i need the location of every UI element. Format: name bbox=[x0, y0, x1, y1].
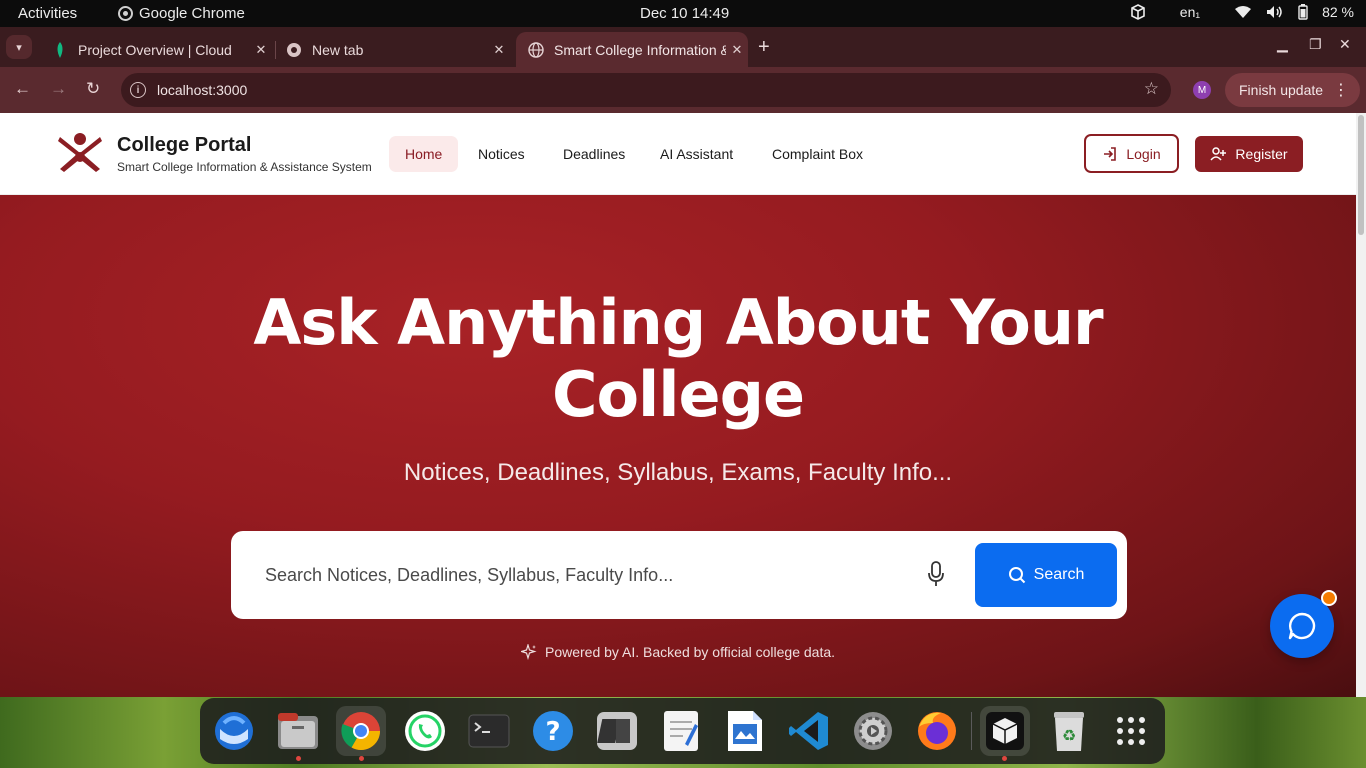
college-logo-icon bbox=[58, 133, 102, 172]
package-icon[interactable] bbox=[1130, 4, 1146, 20]
nav-deadlines[interactable]: Deadlines bbox=[547, 136, 641, 172]
trash-icon[interactable]: ♻ bbox=[1044, 706, 1094, 756]
powered-by-text: Powered by AI. Backed by official colleg… bbox=[544, 644, 836, 660]
leaf-icon bbox=[52, 41, 68, 58]
search-icon bbox=[1008, 567, 1025, 584]
finish-update-button[interactable]: Finish update ⋮ bbox=[1225, 73, 1360, 107]
writer-icon[interactable] bbox=[720, 706, 770, 756]
page-viewport: College Portal Smart College Information… bbox=[0, 113, 1366, 697]
text-editor-icon[interactable] bbox=[656, 706, 706, 756]
app-grid-icon[interactable] bbox=[1106, 706, 1156, 756]
keyboard-layout[interactable]: en₁ bbox=[1180, 4, 1200, 20]
nav-home[interactable]: Home bbox=[389, 136, 459, 172]
search-button-label: Search bbox=[1033, 566, 1085, 583]
activities-button[interactable]: Activities bbox=[18, 5, 77, 22]
running-indicator bbox=[1002, 756, 1007, 761]
sparkle-icon bbox=[520, 644, 537, 660]
thunderbird-icon[interactable] bbox=[209, 706, 259, 756]
close-icon[interactable]: ✕ bbox=[488, 42, 510, 58]
close-icon[interactable]: ✕ bbox=[726, 42, 748, 58]
url-text[interactable]: localhost:3000 bbox=[157, 82, 247, 98]
register-label: Register bbox=[1235, 146, 1288, 162]
tab-smart-college[interactable]: Smart College Information & Assistance S… bbox=[516, 32, 748, 67]
running-indicator bbox=[296, 756, 301, 761]
kebab-menu-icon[interactable]: ⋮ bbox=[1333, 80, 1349, 100]
virtualbox-icon[interactable] bbox=[980, 706, 1030, 756]
new-tab-plus-icon[interactable]: + bbox=[758, 36, 770, 59]
login-label: Login bbox=[1126, 145, 1161, 162]
minimize-icon[interactable]: ▁ bbox=[1277, 36, 1288, 53]
hero-title-line: College bbox=[551, 358, 805, 431]
address-bar[interactable]: i localhost:3000 ☆ bbox=[121, 73, 1171, 107]
app-menu[interactable]: Google Chrome bbox=[118, 5, 245, 22]
globe-icon bbox=[528, 41, 544, 58]
tab-search-button[interactable]: ▾ bbox=[6, 35, 32, 59]
brand-title[interactable]: College Portal bbox=[117, 134, 251, 157]
bookmark-star-icon[interactable]: ☆ bbox=[1144, 79, 1159, 99]
battery-level: 82 % bbox=[1322, 4, 1354, 20]
microphone-icon[interactable] bbox=[928, 561, 944, 587]
whatsapp-icon[interactable] bbox=[400, 706, 450, 756]
tab-project-overview[interactable]: Project Overview | Cloud ✕ bbox=[40, 32, 272, 67]
close-icon[interactable]: ✕ bbox=[250, 42, 272, 58]
maximize-icon[interactable]: ❐ bbox=[1309, 36, 1322, 53]
window-close-icon[interactable]: ✕ bbox=[1339, 36, 1351, 53]
help-icon[interactable]: ? bbox=[528, 706, 578, 756]
settings-icon[interactable] bbox=[848, 706, 898, 756]
app-name: Google Chrome bbox=[139, 5, 245, 22]
notification-dot bbox=[1321, 590, 1337, 606]
remmina-icon[interactable] bbox=[592, 706, 642, 756]
tab-title: Smart College Information & Assistance S… bbox=[554, 41, 726, 58]
register-button[interactable]: Register bbox=[1195, 136, 1303, 172]
search-input[interactable] bbox=[265, 555, 905, 595]
scrollbar-thumb[interactable] bbox=[1358, 115, 1364, 235]
nav-notices[interactable]: Notices bbox=[462, 136, 541, 172]
search-button[interactable]: Search bbox=[975, 543, 1117, 607]
login-button[interactable]: Login bbox=[1084, 134, 1179, 173]
nav-ai-assistant[interactable]: AI Assistant bbox=[644, 136, 749, 172]
tab-title: New tab bbox=[312, 41, 364, 58]
svg-text:♻: ♻ bbox=[1062, 726, 1076, 745]
tab-title: Project Overview | Cloud bbox=[78, 41, 232, 58]
back-arrow-icon[interactable]: ← bbox=[14, 79, 31, 99]
brand-subtitle: Smart College Information & Assistance S… bbox=[117, 160, 372, 174]
chrome-icon[interactable] bbox=[336, 706, 386, 756]
hero-title: Ask Anything About Your College bbox=[0, 287, 1356, 431]
battery-icon[interactable] bbox=[1298, 4, 1308, 20]
files-icon[interactable] bbox=[273, 706, 323, 756]
wifi-icon[interactable] bbox=[1234, 5, 1252, 19]
hero-title-line: Ask Anything About Your bbox=[253, 286, 1103, 359]
browser-tab-strip: ▾ Project Overview | Cloud ✕ New tab ✕ S… bbox=[0, 27, 1366, 67]
dock: ? ♻ bbox=[200, 698, 1165, 764]
site-header: College Portal Smart College Information… bbox=[0, 113, 1356, 195]
login-icon bbox=[1104, 146, 1117, 161]
volume-icon[interactable] bbox=[1266, 5, 1284, 19]
forward-arrow-icon[interactable]: → bbox=[50, 79, 67, 99]
powered-by-note: Powered by AI. Backed by official colleg… bbox=[0, 644, 1356, 660]
nav-complaint-box[interactable]: Complaint Box bbox=[756, 136, 879, 172]
terminal-icon[interactable] bbox=[464, 706, 514, 756]
finish-update-label: Finish update bbox=[1239, 82, 1324, 98]
site-info-icon[interactable]: i bbox=[130, 82, 146, 98]
hero-subtitle: Notices, Deadlines, Syllabus, Exams, Fac… bbox=[403, 459, 953, 486]
chat-bubble-icon bbox=[1288, 612, 1316, 640]
vscode-icon[interactable] bbox=[784, 706, 834, 756]
system-tray[interactable]: en₁ 82 % bbox=[1130, 4, 1354, 20]
clock[interactable]: Dec 10 14:49 bbox=[640, 5, 729, 22]
search-box: Search bbox=[231, 531, 1127, 619]
hero-section: Ask Anything About Your College Notices,… bbox=[0, 195, 1356, 697]
tab-new-tab[interactable]: New tab ✕ bbox=[274, 32, 510, 67]
reload-icon[interactable]: ↻ bbox=[86, 79, 100, 99]
chrome-app-icon bbox=[118, 6, 133, 21]
add-user-icon bbox=[1210, 147, 1227, 161]
running-indicator bbox=[359, 756, 364, 761]
firefox-icon[interactable] bbox=[912, 706, 962, 756]
browser-toolbar: ← → ↻ i localhost:3000 ☆ M Finish update… bbox=[0, 67, 1366, 113]
chrome-icon bbox=[286, 42, 302, 58]
profile-avatar[interactable]: M bbox=[1193, 81, 1211, 99]
system-top-bar: Activities Google Chrome Dec 10 14:49 en… bbox=[0, 0, 1366, 27]
svg-text:?: ? bbox=[545, 717, 560, 747]
dock-separator bbox=[971, 712, 972, 750]
